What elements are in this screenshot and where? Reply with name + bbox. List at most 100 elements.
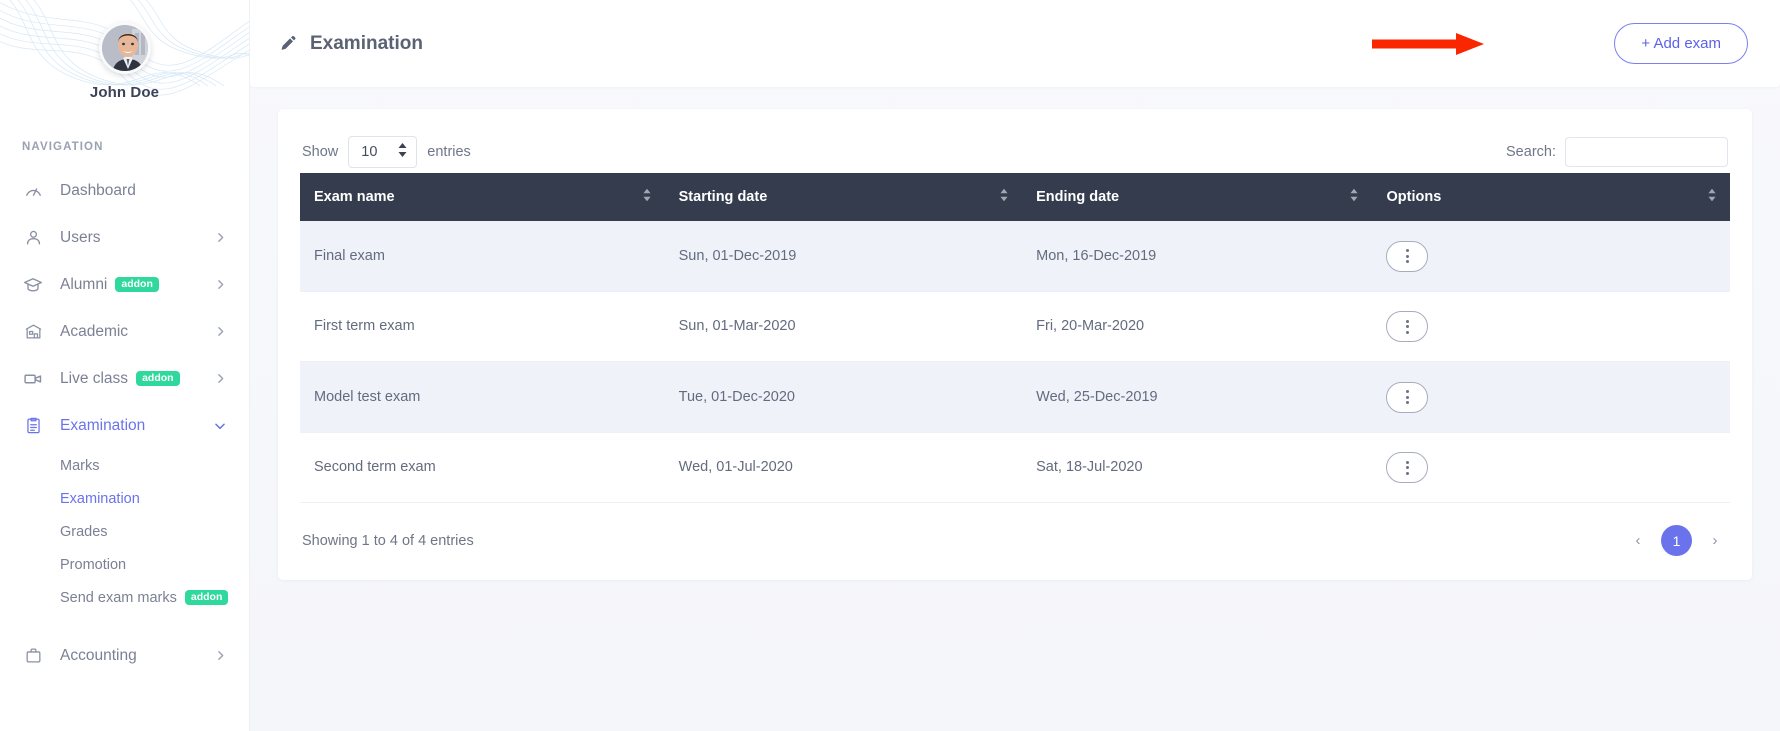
sidebar-item-label: Users (60, 228, 101, 246)
pagination-next-button[interactable]: › (1702, 528, 1728, 554)
sort-icon (643, 188, 651, 206)
sidebar-item-accounting[interactable]: Accounting (0, 632, 249, 679)
table-row: First term exam Sun, 01-Mar-2020 Fri, 20… (300, 291, 1730, 362)
nav-heading: NAVIGATION (22, 141, 104, 153)
column-header-starting-date[interactable]: Starting date (664, 173, 1023, 221)
page-title: Examination (280, 33, 423, 55)
chevron-right-icon (214, 372, 227, 385)
chevron-right-icon (214, 649, 227, 662)
search-input[interactable] (1565, 137, 1728, 167)
briefcase-icon (22, 645, 44, 667)
chevron-right-icon (214, 325, 227, 338)
app-root: John Doe NAVIGATION Dashboard Users Alum… (0, 0, 1780, 731)
red-arrow-annotation (1372, 33, 1484, 55)
page-title-text: Examination (310, 32, 423, 54)
addon-badge: addon (184, 589, 229, 606)
sort-icon (1000, 188, 1008, 206)
sidebar-profile: John Doe (0, 0, 249, 101)
column-header-ending-date[interactable]: Ending date (1022, 173, 1373, 221)
user-icon (22, 227, 44, 249)
row-options-button[interactable] (1386, 240, 1429, 272)
cell-options (1372, 361, 1730, 433)
sidebar-subitem-send-exam-marks[interactable]: Send exam marks addon (0, 581, 249, 614)
entries-select[interactable]: 102550100 (348, 136, 418, 168)
chevron-right-icon (214, 231, 227, 244)
table-row: Model test exam Tue, 01-Dec-2020 Wed, 25… (300, 361, 1730, 433)
sidebar-item-dashboard[interactable]: Dashboard (0, 167, 249, 214)
entries-label: entries (427, 144, 471, 160)
table-header-row: Exam name Starting date Ending date Opti… (300, 173, 1730, 221)
cell-exam-name: First term exam (300, 291, 665, 362)
row-options-button[interactable] (1386, 381, 1429, 413)
graduation-cap-icon (22, 274, 44, 296)
page-header: Examination + Add exam (250, 0, 1780, 87)
search-label: Search: (1506, 144, 1556, 160)
sidebar-subitem-label: Promotion (60, 556, 127, 573)
cell-ending-date: Fri, 20-Mar-2020 (1022, 291, 1373, 362)
sidebar-item-alumni[interactable]: Alumni addon (0, 261, 249, 308)
entries-select-wrapper: 102550100 (348, 136, 418, 168)
cell-exam-name: Model test exam (300, 361, 665, 433)
video-camera-icon (22, 368, 44, 390)
header-actions: + Add exam (1614, 23, 1748, 64)
table-head: Exam name Starting date Ending date Opti… (300, 173, 1730, 221)
kebab-menu-icon (1405, 249, 1409, 263)
pagination-page-1[interactable]: 1 (1661, 525, 1692, 556)
sidebar-subitem-label: Send exam marks (60, 589, 177, 606)
cell-starting-date: Sun, 01-Dec-2019 (664, 221, 1023, 292)
addon-badge: addon (136, 370, 180, 387)
cell-exam-name: Final exam (300, 221, 665, 292)
exam-table-card: Show 102550100 entries Sea (278, 109, 1752, 580)
kebab-menu-icon (1405, 319, 1409, 334)
sort-icon (1350, 188, 1359, 206)
column-header-label: Ending date (1036, 189, 1120, 205)
sidebar-item-live-class[interactable]: Live class addon (0, 355, 249, 402)
cell-options (1372, 432, 1730, 503)
column-header-options[interactable]: Options (1372, 173, 1730, 221)
sidebar-subitem-promotion[interactable]: Promotion (0, 548, 249, 581)
sidebar-item-users[interactable]: Users (0, 214, 249, 261)
sort-icon (1708, 188, 1716, 206)
table-body: Final exam Sun, 01-Dec-2019 Mon, 16-Dec-… (300, 221, 1730, 503)
sidebar-item-examination[interactable]: Examination (0, 402, 249, 449)
column-header-label: Starting date (678, 189, 768, 205)
cell-ending-date: Wed, 25-Dec-2019 (1022, 361, 1373, 433)
show-label: Show (302, 144, 339, 160)
sidebar-item-label: Accounting (60, 646, 137, 664)
row-options-button[interactable] (1386, 452, 1429, 483)
sidebar-subitem-grades[interactable]: Grades (0, 515, 249, 548)
sidebar-item-label: Alumni (60, 275, 108, 293)
table-controls: Show 102550100 entries Sea (300, 131, 1730, 173)
main-content: Examination + Add exam Show 102550100 (250, 0, 1780, 731)
user-avatar-photo (101, 25, 148, 71)
sidebar-subitem-examination[interactable]: Examination (0, 482, 249, 515)
search-control: Search: (1506, 137, 1728, 167)
exam-table: Exam name Starting date Ending date Opti… (300, 173, 1730, 503)
clipboard-icon (22, 415, 44, 437)
table-row: Second term exam Wed, 01-Jul-2020 Sat, 1… (300, 432, 1730, 503)
sidebar-subitem-label: Grades (60, 523, 108, 540)
sidebar-subitem-marks[interactable]: Marks (0, 449, 249, 482)
sidebar-subitem-label: Examination (60, 490, 140, 507)
sidebar-item-academic[interactable]: Academic (0, 308, 249, 355)
table-row: Final exam Sun, 01-Dec-2019 Mon, 16-Dec-… (300, 221, 1730, 292)
table-footer: Showing 1 to 4 of 4 entries ‹ 1 › (300, 503, 1730, 558)
cell-starting-date: Sun, 01-Mar-2020 (664, 291, 1023, 362)
cell-options (1372, 221, 1730, 292)
chevron-down-icon (213, 419, 227, 433)
speedometer-icon (22, 180, 44, 202)
add-exam-button[interactable]: + Add exam (1614, 23, 1748, 64)
cell-starting-date: Wed, 01-Jul-2020 (664, 432, 1023, 503)
avatar[interactable] (98, 22, 151, 74)
cell-ending-date: Mon, 16-Dec-2019 (1022, 221, 1373, 292)
column-header-exam-name[interactable]: Exam name (300, 173, 665, 221)
cell-ending-date: Sat, 18-Jul-2020 (1022, 432, 1373, 503)
row-options-button[interactable] (1386, 311, 1429, 342)
pagination-prev-button[interactable]: ‹ (1625, 528, 1651, 554)
column-header-label: Exam name (314, 189, 395, 205)
school-building-icon (22, 321, 44, 343)
cell-exam-name: Second term exam (300, 432, 665, 503)
entries-info: Showing 1 to 4 of 4 entries (302, 532, 474, 549)
sidebar-item-label: Dashboard (60, 181, 136, 199)
kebab-menu-icon (1405, 390, 1409, 404)
